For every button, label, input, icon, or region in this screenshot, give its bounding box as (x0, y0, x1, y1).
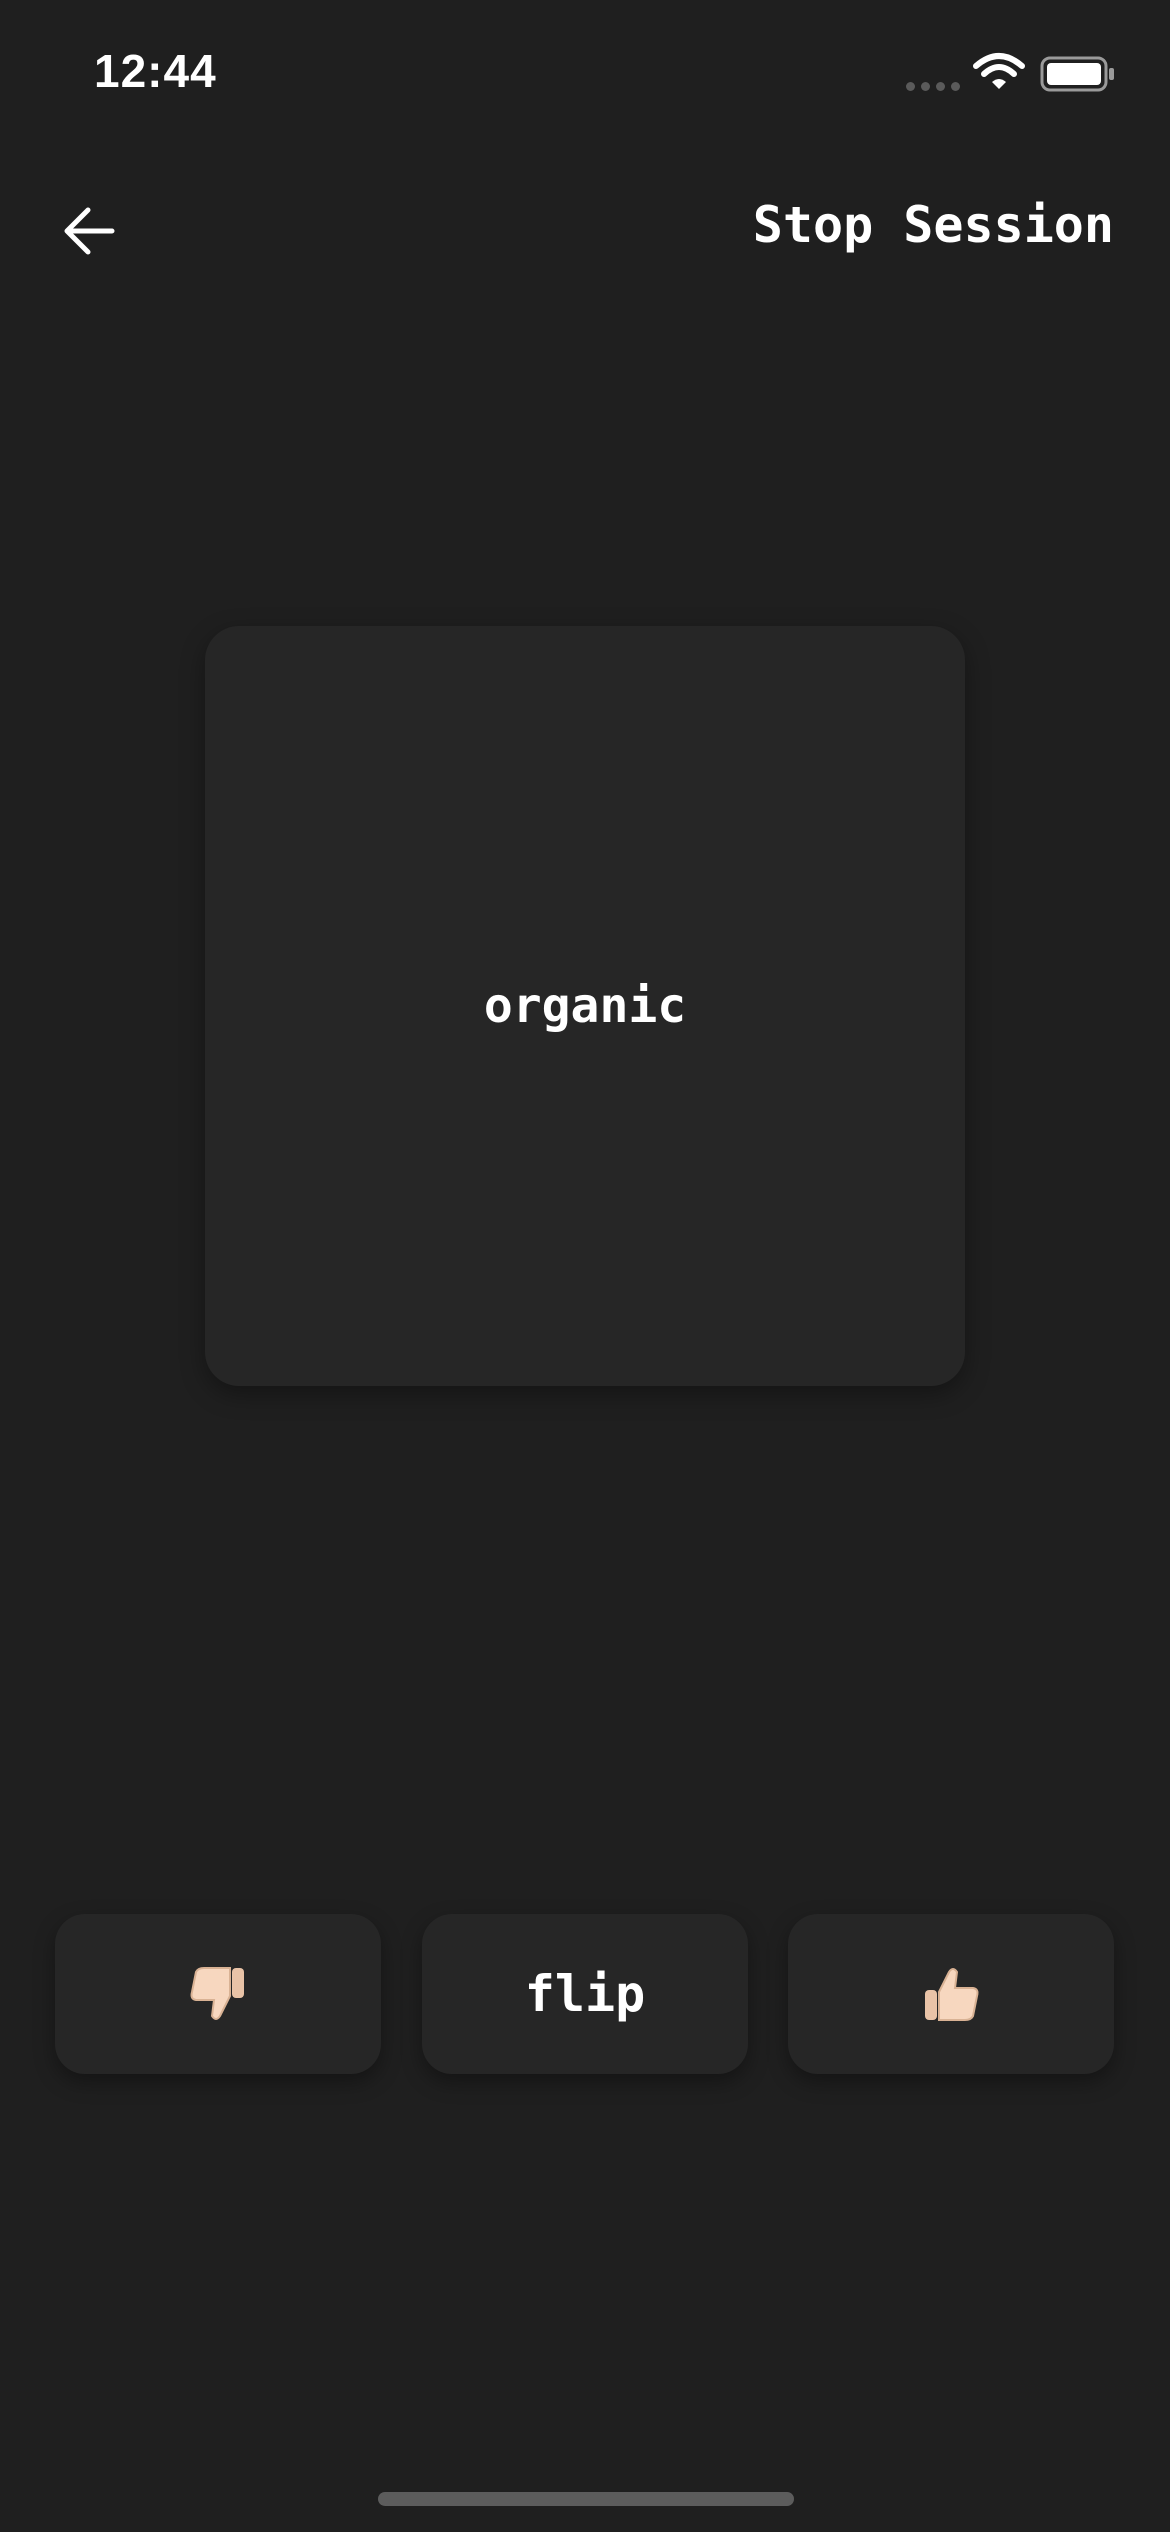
battery-icon (1040, 56, 1114, 92)
status-time: 12:44 (94, 45, 217, 97)
back-button[interactable] (56, 196, 126, 266)
dislike-button[interactable] (55, 1914, 381, 2074)
flip-label: flip (524, 1965, 646, 2023)
cellular-signal-icon (906, 82, 960, 91)
flip-button[interactable]: flip (422, 1914, 748, 2074)
stop-session-button[interactable]: Stop Session (753, 196, 1114, 254)
arrow-left-icon (64, 207, 115, 255)
wifi-icon (973, 53, 1025, 89)
status-bar: 12:44 (0, 0, 1170, 150)
flashcard[interactable]: organic (205, 626, 965, 1386)
thumbs-up-icon (925, 1968, 979, 2021)
flashcard-word: organic (483, 978, 687, 1034)
home-indicator[interactable] (378, 2492, 794, 2506)
thumbs-down-icon (190, 1967, 244, 2020)
like-button[interactable] (788, 1914, 1114, 2074)
